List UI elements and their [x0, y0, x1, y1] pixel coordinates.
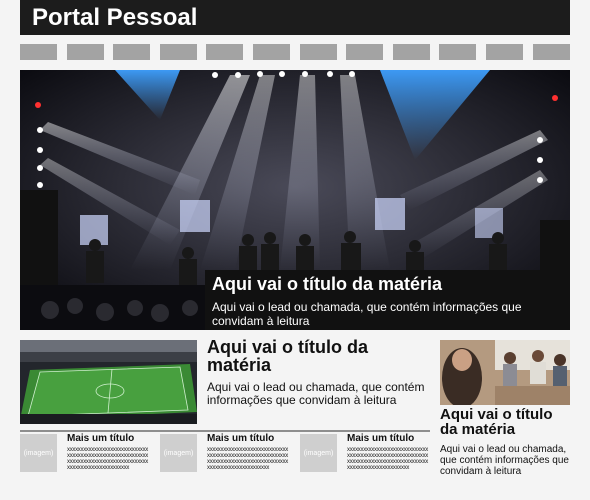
right-story-image[interactable]	[440, 340, 570, 405]
small-story-card[interactable]: (imagem) Mais um título xxxxxxxxxxxxxxxx…	[300, 434, 432, 489]
middle-story: Aqui vai o título da matéria Aqui vai o …	[207, 338, 432, 407]
small-story-card[interactable]: (imagem) Mais um título xxxxxxxxxxxxxxxx…	[160, 434, 292, 489]
nav-tab-3[interactable]	[113, 44, 150, 60]
image-placeholder: (imagem)	[160, 434, 197, 472]
small-story-body: xxxxxxxxxxxxxxxxxxxxxxxxxxxxxxxxxxxxxxxx…	[347, 447, 429, 471]
site-title[interactable]: Portal Pessoal	[32, 4, 197, 32]
nav-bar	[20, 44, 570, 60]
nav-tab-1[interactable]	[20, 44, 57, 60]
nav-tab-9[interactable]	[393, 44, 430, 60]
small-story-card[interactable]: (imagem) Mais um título xxxxxxxxxxxxxxxx…	[20, 434, 152, 489]
middle-story-title[interactable]: Aqui vai o título da matéria	[207, 338, 432, 374]
nav-tab-10[interactable]	[439, 44, 476, 60]
hero-story[interactable]: Aqui vai o título da matéria Aqui vai o …	[20, 70, 570, 330]
middle-story-lead: Aqui vai o lead ou chamada, que contém i…	[207, 380, 425, 407]
small-story-title[interactable]: Mais um título	[67, 434, 134, 444]
section-divider	[20, 430, 430, 432]
small-story-body: xxxxxxxxxxxxxxxxxxxxxxxxxxxxxxxxxxxxxxxx…	[207, 447, 289, 471]
hero-lead: Aqui vai o lead ou chamada, que contém i…	[212, 300, 522, 328]
nav-tab-11[interactable]	[486, 44, 523, 60]
group-people-photo-icon	[440, 340, 570, 405]
right-story-lead: Aqui vai o lead ou chamada, que contém i…	[440, 444, 569, 477]
nav-tab-7[interactable]	[300, 44, 337, 60]
nav-tab-4[interactable]	[160, 44, 197, 60]
small-story-body: xxxxxxxxxxxxxxxxxxxxxxxxxxxxxxxxxxxxxxxx…	[67, 447, 149, 471]
hero-caption: Aqui vai o título da matéria Aqui vai o …	[205, 270, 570, 330]
right-story-title[interactable]: Aqui vai o título da matéria	[440, 407, 572, 437]
nav-tab-8[interactable]	[346, 44, 383, 60]
nav-tab-12[interactable]	[533, 44, 570, 60]
image-placeholder: (imagem)	[300, 434, 337, 472]
hero-title[interactable]: Aqui vai o título da matéria	[212, 273, 442, 295]
stadium-photo-icon	[20, 340, 197, 424]
image-placeholder: (imagem)	[20, 434, 57, 472]
small-story-title[interactable]: Mais um título	[207, 434, 274, 444]
nav-tab-2[interactable]	[67, 44, 104, 60]
middle-story-image[interactable]	[20, 340, 197, 424]
nav-tab-5[interactable]	[206, 44, 243, 60]
nav-tab-6[interactable]	[253, 44, 290, 60]
right-story: Aqui vai o título da matéria Aqui vai o …	[440, 407, 572, 477]
small-story-title[interactable]: Mais um título	[347, 434, 414, 444]
site-header: Portal Pessoal	[20, 0, 570, 35]
